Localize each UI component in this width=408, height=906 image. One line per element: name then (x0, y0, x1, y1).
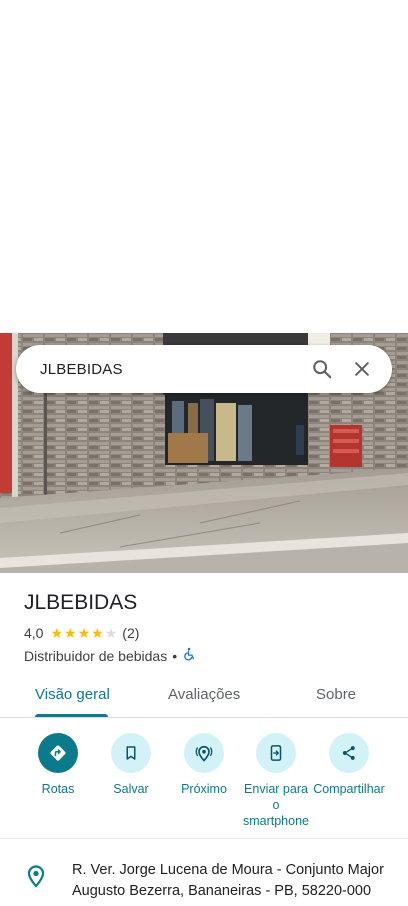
star-icon: ★ (64, 625, 77, 641)
star-empty-icon: ★ (104, 625, 118, 641)
action-buttons: Rotas Salvar Próximo Enviar para o smart… (0, 733, 408, 838)
nearby-icon (184, 733, 224, 773)
save-label: Salvar (113, 782, 149, 796)
share-label: Compartilhar (313, 782, 385, 796)
close-icon[interactable] (342, 349, 382, 389)
share-button[interactable]: Compartilhar (309, 733, 389, 797)
category-row: Distribuidor de bebidas • (24, 647, 196, 664)
address-text: R. Ver. Jorge Lucena de Moura - Conjunto… (72, 862, 384, 899)
active-tab-indicator (35, 714, 108, 717)
directions-button[interactable]: Rotas (18, 733, 98, 797)
star-icon: ★ (50, 625, 64, 641)
place-category: Distribuidor de bebidas (24, 647, 168, 664)
nearby-label: Próximo (181, 782, 227, 796)
tab-about[interactable]: Sobre (316, 686, 356, 703)
rating-value: 4,0 (24, 625, 44, 641)
rating-row[interactable]: 4,0 ★ ★ ★ ★ ★ (2) (24, 625, 139, 641)
send-to-phone-label: Enviar para o smartphone (242, 782, 309, 828)
map-blank-area (0, 0, 408, 333)
place-title: JLBEBIDAS (24, 591, 138, 614)
section-divider (0, 838, 408, 839)
bookmark-icon (111, 733, 151, 773)
location-pin-icon (26, 864, 46, 893)
review-count[interactable]: (2) (122, 625, 139, 641)
star-icon: ★ (91, 625, 104, 641)
send-to-phone-icon (256, 733, 296, 773)
tab-bar: Visão geral Avaliações Sobre (0, 681, 408, 718)
send-to-phone-button[interactable]: Enviar para o smartphone (236, 733, 316, 829)
share-icon (329, 733, 369, 773)
search-bar[interactable]: JLBEBIDAS (16, 345, 392, 393)
save-button[interactable]: Salvar (91, 733, 171, 797)
star-icon: ★ (77, 625, 91, 641)
tab-reviews[interactable]: Avaliações (168, 686, 240, 703)
rating-stars: ★ ★ ★ ★ ★ (50, 626, 118, 640)
search-input[interactable]: JLBEBIDAS (40, 361, 302, 378)
directions-icon (38, 733, 78, 773)
directions-label: Rotas (41, 782, 75, 796)
search-icon[interactable] (302, 349, 342, 389)
nearby-button[interactable]: Próximo (164, 733, 244, 797)
tab-overview[interactable]: Visão geral (35, 686, 110, 703)
separator-dot: • (172, 647, 178, 664)
wheelchair-icon (182, 647, 196, 664)
